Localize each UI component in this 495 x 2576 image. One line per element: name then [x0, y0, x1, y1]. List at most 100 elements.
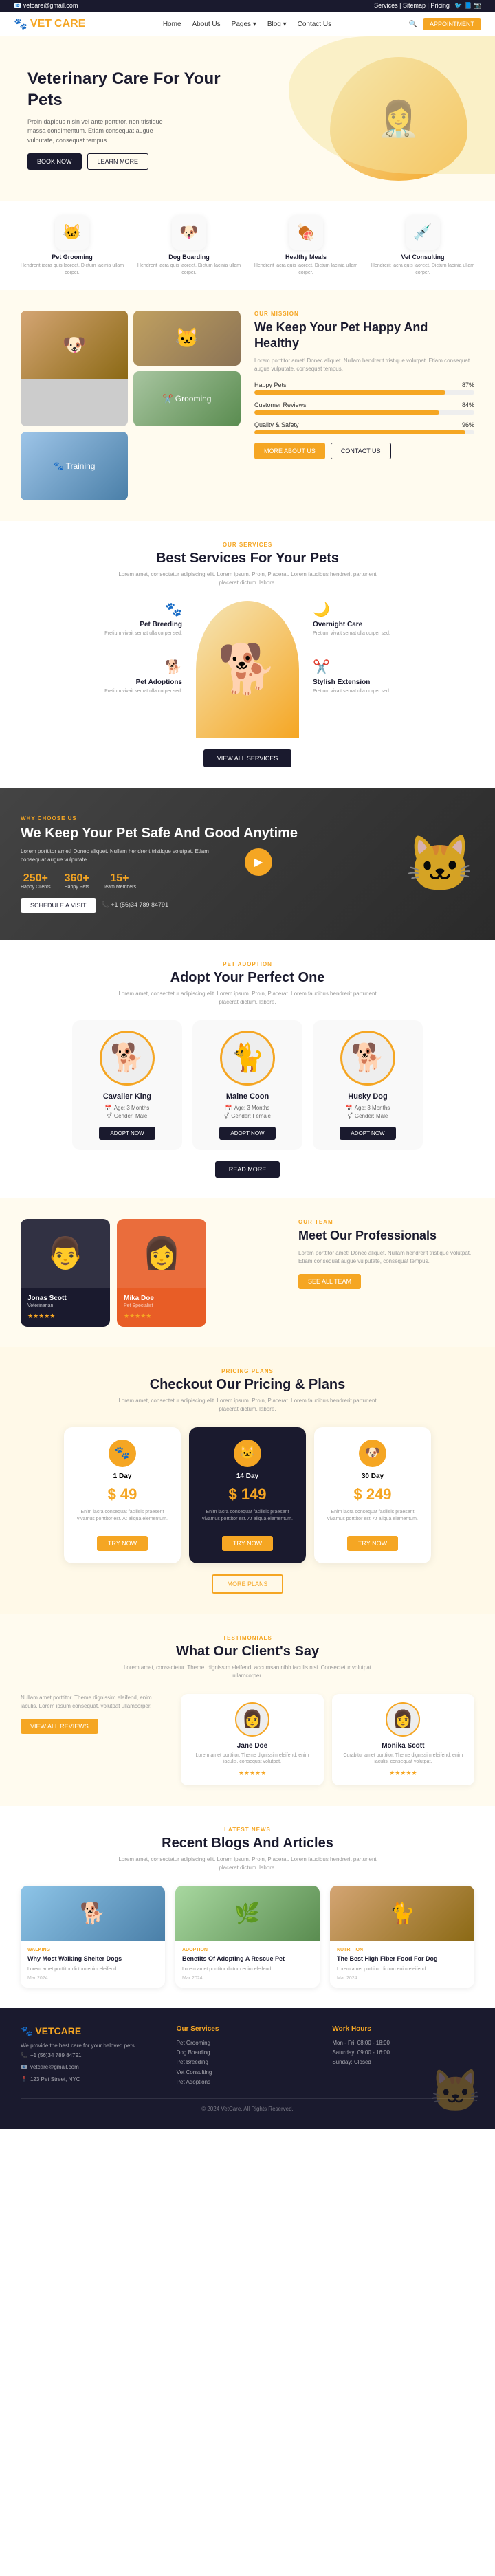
nav-about[interactable]: About Us	[192, 21, 221, 28]
footer-bottom: © 2024 VetCare. All Rights Reserved.	[21, 2098, 474, 2112]
learn-more-button[interactable]: LEARN MORE	[87, 153, 149, 170]
plan-desc-2: Enim iacra consequat facilisis praesent …	[327, 1509, 419, 1523]
consulting-title: Vet Consulting	[364, 254, 481, 261]
nav-actions: 🔍 APPOINTMENT	[409, 18, 481, 30]
services-right: 🌙 Overnight Care Pretium vivait semat ul…	[302, 601, 474, 738]
testi-name-1: Monika Scott	[340, 1742, 466, 1750]
more-about-button[interactable]: MORE ABOUT US	[254, 443, 325, 459]
overnight-desc: Pretium vivait semat ulla corper sed.	[313, 630, 474, 637]
testimonial-left-text: Nullam amet porttitor. Theme dignissim e…	[21, 1694, 167, 1710]
adopt-title: Adopt Your Perfect One	[21, 970, 474, 986]
price-badge-1: 🐱	[234, 1440, 261, 1467]
blogs-section: LATEST NEWS Recent Blogs And Articles Lo…	[0, 1806, 495, 2007]
blog-date-1: Mar 2024	[182, 1976, 313, 1981]
footer-email: 📧 vetcare@gmail.com	[21, 2062, 163, 2072]
all-services-button[interactable]: VIEW ALL SERVICES	[204, 749, 292, 767]
progress-bar-1	[254, 390, 474, 395]
nav-home[interactable]: Home	[163, 21, 182, 28]
pricing-section: PRICING PLANS Checkout Our Pricing & Pla…	[0, 1347, 495, 1614]
blog-img-0: 🐕	[21, 1886, 165, 1941]
best-services-section: OUR SERVICES Best Services For Your Pets…	[0, 521, 495, 788]
service-grooming: 🐱 Pet Grooming Hendrerit iacra quis laor…	[14, 215, 131, 276]
read-more-button[interactable]: READ MORE	[215, 1161, 280, 1178]
pet-name-1: Maine Coon	[203, 1092, 292, 1101]
pet-card-1: 🐈 Maine Coon 📅 Age: 3 Months ⚥ Gender: F…	[192, 1020, 302, 1150]
blog-tag-1: ADOPTION	[182, 1948, 313, 1952]
nav-contact[interactable]: Contact Us	[298, 21, 331, 28]
stat-pets: 360+ Happy Pets	[65, 872, 89, 890]
footer-service-5[interactable]: Pet Adoptions	[177, 2078, 319, 2087]
adopt-button-0[interactable]: ADOPT NOW	[99, 1127, 155, 1140]
stat-clients: 250+ Happy Clients	[21, 872, 51, 890]
adopt-button-1[interactable]: ADOPT NOW	[219, 1127, 275, 1140]
view-reviews-button[interactable]: VIEW ALL REVIEWS	[21, 1719, 98, 1734]
footer-col-hours: Work Hours Mon - Fri: 08:00 - 18:00 Satu…	[332, 2025, 474, 2088]
copyright-text: © 2024 VetCare. All Rights Reserved.	[201, 2106, 294, 2112]
stat-members-label: Team Members	[103, 885, 136, 890]
dog-photo: 🐶	[21, 311, 128, 379]
service-meals: 🍖 Healthy Meals Hendrerit iacra quis lao…	[248, 215, 364, 276]
blog-content-1: ADOPTION Benefits Of Adopting A Rescue P…	[175, 1941, 320, 1987]
footer-service-4[interactable]: Vet Consulting	[177, 2068, 319, 2078]
footer-service-1[interactable]: Pet Grooming	[177, 2038, 319, 2048]
stat-pets-num: 360+	[65, 872, 89, 885]
stat-members: 15+ Team Members	[103, 872, 136, 890]
try-plan-2[interactable]: TRY NOW	[347, 1536, 398, 1551]
nav-pages[interactable]: Pages ▾	[232, 21, 256, 28]
nav-blog[interactable]: Blog ▾	[267, 21, 287, 28]
services-title: Best Services For Your Pets	[21, 551, 474, 566]
pricing-title: Checkout Our Pricing & Plans	[21, 1377, 474, 1393]
progress-bar-3	[254, 430, 474, 434]
adopt-button-2[interactable]: ADOPT NOW	[340, 1127, 395, 1140]
pet-name-2: Husky Dog	[323, 1092, 412, 1101]
safe-section: WHY CHOOSE US We Keep Your Pet Safe And …	[0, 788, 495, 940]
blog-card-2[interactable]: 🐈 NUTRITION The Best High Fiber Food For…	[330, 1886, 474, 1987]
cat-image: 🐱	[133, 311, 241, 366]
book-now-button[interactable]: BOOK NOW	[28, 153, 82, 170]
testimonial-cards: 👩 Jane Doe Lorem amet porttitor. Theme d…	[181, 1694, 474, 1786]
search-icon[interactable]: 🔍	[409, 21, 417, 28]
blog-content-2: NUTRITION The Best High Fiber Food For D…	[330, 1941, 474, 1987]
footer-service-3[interactable]: Pet Breeding	[177, 2058, 319, 2067]
schedule-visit-button[interactable]: SCHEDULE A VISIT	[21, 898, 96, 913]
hero-title: Veterinary Care For Your Pets	[28, 68, 248, 111]
stylish-desc: Pretium vivait semat ulla corper sed.	[313, 688, 474, 695]
adopt-desc: Lorem amet, consectetur adipiscing elit.…	[110, 990, 385, 1006]
price-card-2: 🐶 30 Day $ 249 Enim iacra consequat faci…	[314, 1427, 431, 1563]
testi-name-0: Jane Doe	[189, 1742, 315, 1750]
services-grid: 🐾 Pet Breeding Pretium vivait semat ulla…	[21, 601, 474, 738]
try-plan-1[interactable]: TRY NOW	[222, 1536, 273, 1551]
blog-tag-2: NUTRITION	[337, 1948, 468, 1952]
pets-grid: 🐕 Cavalier King 📅 Age: 3 Months ⚥ Gender…	[21, 1020, 474, 1150]
blog-card-1[interactable]: 🌿 ADOPTION Benefits Of Adopting A Rescue…	[175, 1886, 320, 1987]
pro-role-1: Pet Specialist	[124, 1303, 199, 1308]
pro-role-0: Veterinarian	[28, 1303, 103, 1308]
try-plan-0[interactable]: TRY NOW	[97, 1536, 148, 1551]
logo-text: VET	[30, 18, 52, 30]
blog-content-0: WALKING Why Most Walking Shelter Dogs Lo…	[21, 1941, 165, 1987]
logo[interactable]: 🐾 VETCARE	[14, 17, 85, 31]
pro-stars-1: ★★★★★	[124, 1312, 199, 1320]
pro-cards: 👨 Jonas Scott Veterinarian ★★★★★ 👩 Mika …	[21, 1219, 285, 1327]
see-all-team-button[interactable]: SEE ALL TEAM	[298, 1274, 361, 1289]
cat-photo: 🐱	[133, 311, 241, 366]
meals-title: Healthy Meals	[248, 254, 364, 261]
pet-card-0: 🐕 Cavalier King 📅 Age: 3 Months ⚥ Gender…	[72, 1020, 182, 1150]
adopt-section: PET ADOPTION Adopt Your Perfect One Lore…	[0, 940, 495, 1198]
pet-name-0: Cavalier King	[82, 1092, 172, 1101]
footer-service-2[interactable]: Dog Boarding	[177, 2048, 319, 2058]
blog-card-0[interactable]: 🐕 WALKING Why Most Walking Shelter Dogs …	[21, 1886, 165, 1987]
pro-info-0: Jonas Scott Veterinarian ★★★★★	[21, 1288, 110, 1327]
happy-subtitle: OUR MISSION	[254, 311, 474, 317]
testi-card-0: 👩 Jane Doe Lorem amet porttitor. Theme d…	[181, 1694, 323, 1786]
contact-us-button[interactable]: CONTACT US	[331, 443, 391, 459]
footer-tagline: We provide the best care for your belove…	[21, 2041, 163, 2051]
services-left: 🐾 Pet Breeding Pretium vivait semat ulla…	[21, 601, 192, 738]
boarding-title: Dog Boarding	[131, 254, 248, 261]
grooming-image: ✂️ Grooming	[133, 371, 241, 426]
appointment-button[interactable]: APPOINTMENT	[423, 18, 481, 30]
footer-hours-0: Mon - Fri: 08:00 - 18:00	[332, 2038, 474, 2048]
more-plans-button[interactable]: MORE PLANS	[212, 1574, 283, 1594]
train-photo: 🐾 Training	[21, 432, 128, 500]
footer-col-services: Our Services Pet Grooming Dog Boarding P…	[177, 2025, 319, 2088]
